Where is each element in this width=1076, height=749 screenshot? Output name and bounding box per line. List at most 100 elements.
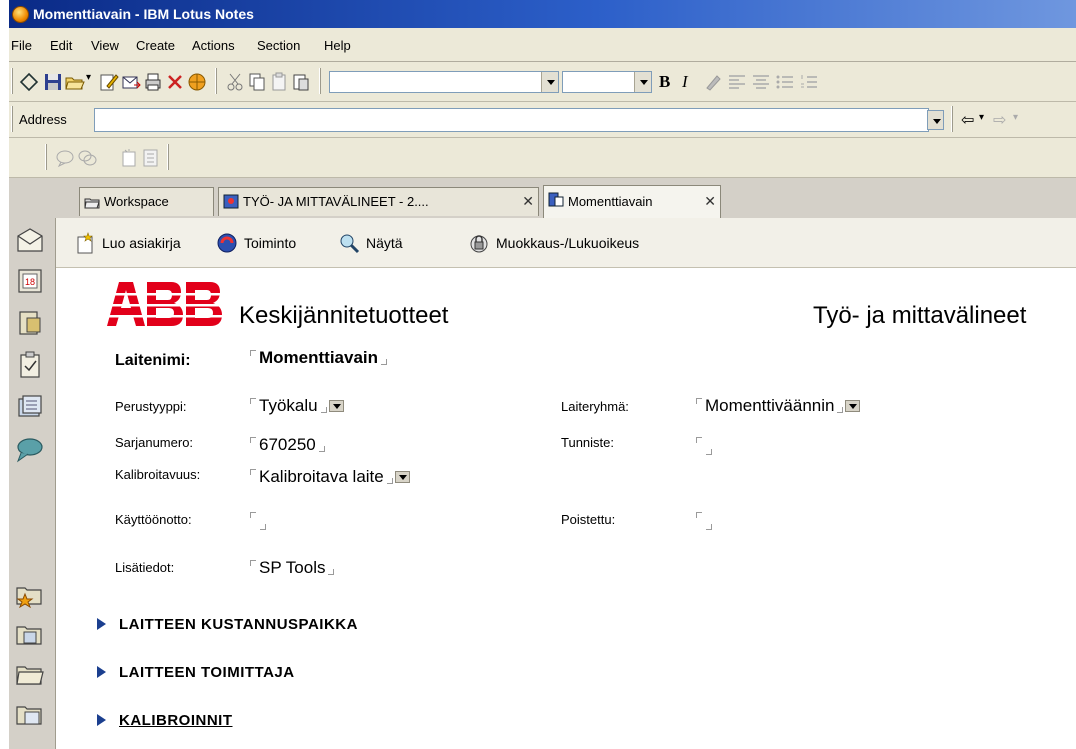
print-icon[interactable]: [143, 72, 163, 92]
close-icon[interactable]: ✕: [522, 188, 534, 215]
section-calibrations[interactable]: KALIBROINNIT: [97, 712, 233, 729]
toolbar-grip[interactable]: [951, 106, 953, 132]
font-size-combo[interactable]: [562, 71, 652, 93]
magnifier-icon: [340, 234, 360, 254]
highlighter-icon[interactable]: [703, 72, 723, 92]
additional-info-field[interactable]: SP Tools: [250, 558, 335, 578]
toolbar-separator: [319, 68, 321, 94]
menu-section[interactable]: Section: [257, 38, 300, 53]
base-type-field[interactable]: Työkalu: [250, 396, 344, 416]
section-supplier[interactable]: LAITTEEN TOIMITTAJA: [97, 664, 295, 681]
access-rights-button[interactable]: Muokkaus-/Lukuoikeus: [468, 230, 639, 256]
properties-icon[interactable]: [141, 148, 161, 168]
address-dropdown-arrow-icon[interactable]: [927, 110, 944, 130]
new-document-button[interactable]: Luo asiakirja: [74, 230, 181, 256]
additional-info-label: Lisätiedot:: [115, 560, 175, 575]
mail-icon[interactable]: [15, 226, 45, 256]
open-dropdown-arrow-icon[interactable]: ▾: [86, 72, 91, 83]
chat-reply-icon[interactable]: [77, 148, 97, 168]
serial-number-field[interactable]: 670250: [250, 435, 325, 455]
delete-icon[interactable]: [165, 72, 185, 92]
commissioning-field[interactable]: [250, 510, 274, 530]
align-center-icon[interactable]: [751, 72, 771, 92]
field-end-marker: [386, 478, 393, 484]
todo-clipboard-icon[interactable]: [15, 350, 45, 380]
more-bookmarks-icon[interactable]: [15, 698, 45, 728]
keyword-dropdown-icon[interactable]: [845, 400, 861, 412]
tab-label: Momenttiavain: [568, 194, 653, 209]
databases-folder-icon[interactable]: [15, 618, 45, 648]
menu-actions[interactable]: Actions: [192, 38, 235, 53]
removed-label: Poistettu:: [561, 512, 616, 527]
address-toolbar: Address ⇦ ▾ ⇨ ▾: [9, 102, 1076, 138]
style-dropdown-arrow-icon[interactable]: [541, 72, 558, 92]
address-input[interactable]: [94, 108, 929, 132]
keyword-dropdown-icon[interactable]: [394, 471, 410, 483]
new-memo-icon[interactable]: [119, 148, 139, 168]
bold-button[interactable]: B: [659, 72, 670, 92]
diamond-icon[interactable]: [19, 72, 39, 92]
menu-file[interactable]: File: [11, 38, 32, 53]
edit-document-icon[interactable]: [99, 72, 119, 92]
chat-bubble-icon[interactable]: [55, 148, 75, 168]
device-group-field[interactable]: Momenttiväännin: [696, 396, 861, 416]
replica-databases-icon[interactable]: [15, 392, 45, 422]
bookmark-folder-icon[interactable]: [15, 658, 45, 688]
close-icon[interactable]: ✕: [704, 186, 716, 217]
tab-momenttiavain[interactable]: Momenttiavain ✕: [543, 185, 721, 218]
calibratability-field[interactable]: Kalibroitava laite: [250, 467, 410, 487]
removed-field[interactable]: [696, 510, 720, 530]
copy-icon[interactable]: [247, 72, 267, 92]
tab-tyo-ja-mittavalineet[interactable]: TYÖ- JA MITTAVÄLINEET - 2.... ✕: [218, 187, 539, 216]
field-end-marker: [706, 449, 712, 455]
action-menu-button[interactable]: Toiminto: [216, 230, 296, 256]
favorite-bookmarks-icon[interactable]: [15, 578, 45, 608]
paste-icon[interactable]: [269, 72, 289, 92]
field-end-marker: [318, 446, 325, 452]
section-title: LAITTEEN TOIMITTAJA: [119, 664, 295, 681]
calendar-icon[interactable]: 18: [15, 266, 45, 296]
title-bar[interactable]: Momenttiavain - IBM Lotus Notes: [9, 0, 1076, 28]
forward-arrow-icon[interactable]: ⇨: [993, 110, 1006, 130]
section-expand-icon: [97, 618, 106, 630]
sametime-chat-icon[interactable]: [15, 434, 45, 464]
back-dropdown-arrow-icon[interactable]: ▾: [979, 112, 984, 123]
open-folder-icon[interactable]: [65, 72, 85, 92]
device-name-value: Momenttiavain: [259, 348, 379, 367]
field-end-marker: [320, 407, 327, 413]
toolbar-grip[interactable]: [11, 68, 13, 94]
menu-edit[interactable]: Edit: [50, 38, 72, 53]
new-document-icon: [77, 232, 93, 254]
globe-icon[interactable]: [187, 72, 207, 92]
forward-mail-icon[interactable]: [121, 72, 141, 92]
bullet-list-icon[interactable]: [775, 72, 795, 92]
lotus-notes-app-icon[interactable]: [12, 6, 29, 23]
section-expand-icon: [97, 666, 106, 678]
save-icon[interactable]: [43, 72, 63, 92]
numbered-list-icon[interactable]: [799, 72, 819, 92]
menu-create[interactable]: Create: [136, 38, 175, 53]
font-size-dropdown-arrow-icon[interactable]: [634, 72, 651, 92]
device-name-field[interactable]: Momenttiavain: [250, 348, 388, 368]
toolbar-grip[interactable]: [45, 144, 47, 170]
menu-view[interactable]: View: [91, 38, 119, 53]
forward-dropdown-arrow-icon[interactable]: ▾: [1013, 112, 1018, 123]
view-button[interactable]: Näytä: [338, 230, 403, 256]
identifier-field[interactable]: [696, 435, 720, 455]
italic-button[interactable]: I: [682, 72, 688, 92]
section-title: KALIBROINNIT: [119, 712, 233, 729]
company-name: Keskijännitetuotteet: [239, 302, 449, 329]
paste-special-icon[interactable]: [291, 72, 311, 92]
tab-workspace[interactable]: Workspace: [79, 187, 214, 216]
section-cost-center[interactable]: LAITTEEN KUSTANNUSPAIKKA: [97, 616, 358, 633]
cut-icon[interactable]: [225, 72, 245, 92]
keyword-dropdown-icon[interactable]: [328, 400, 344, 412]
menu-help[interactable]: Help: [324, 38, 351, 53]
address-book-icon[interactable]: [15, 308, 45, 338]
document-icon: [548, 192, 564, 207]
style-combo[interactable]: [329, 71, 559, 93]
toolbar-grip[interactable]: [11, 106, 13, 132]
back-arrow-icon[interactable]: ⇦: [961, 110, 974, 130]
section-title: LAITTEEN KUSTANNUSPAIKKA: [119, 616, 358, 633]
align-left-icon[interactable]: [727, 72, 747, 92]
